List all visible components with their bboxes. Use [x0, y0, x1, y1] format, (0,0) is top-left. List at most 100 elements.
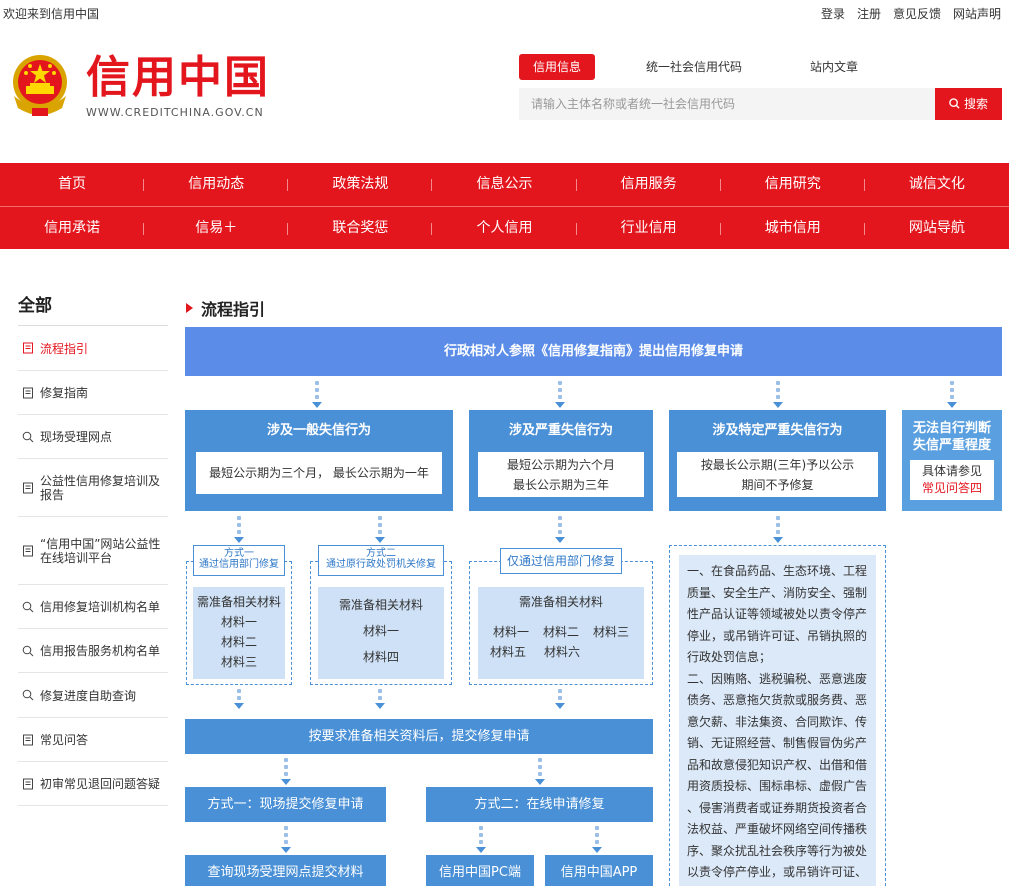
serious-desc-line2: 最长公示期为三年	[512, 477, 609, 492]
arrow-down-icon	[535, 758, 545, 785]
method-two-tag: 方式二 通过原行政处罚机关修复	[318, 545, 444, 576]
tab-credit-info[interactable]: 信用信息	[519, 54, 596, 80]
material-item: 材料四	[362, 650, 399, 664]
nav-item-site-nav[interactable]: 网站导航	[865, 207, 1009, 249]
materials-head: 需准备相关材料	[196, 595, 281, 609]
specific-serious-title: 涉及特定严重失信行为	[712, 423, 843, 438]
method-one-tag-line1: 方式一	[224, 548, 254, 559]
arrow-down-icon	[234, 689, 244, 709]
nav-item-credit-news[interactable]: 信用动态	[144, 163, 289, 206]
material-item: 材料三	[592, 625, 629, 639]
top-bar: 欢迎来到信用中国 登录 注册 意见反馈 网站声明	[0, 0, 1009, 26]
document-icon	[23, 778, 33, 789]
search-button[interactable]: 搜索	[935, 88, 1002, 120]
onsite-points-step[interactable]: 查询现场受理网点提交材料	[185, 855, 386, 886]
list-line: 用资质投标、围标串标、虚假广告	[687, 779, 868, 793]
nav-item-city-credit[interactable]: 城市信用	[721, 207, 865, 249]
materials-head: 需准备相关材料	[518, 595, 603, 609]
top-links: 登录 注册 意见反馈 网站声明	[821, 5, 1001, 22]
arrow-down-icon	[555, 689, 565, 709]
sidebar-item-process-guide[interactable]: 流程指引	[18, 326, 168, 371]
sidebar-item-label: “信用中国”网站公益性在线培训平台	[40, 536, 161, 565]
flow-top-step: 行政相对人参照《信用修复指南》提出信用修复申请	[185, 327, 1002, 376]
way-two-step: 方式二：在线申请修复	[426, 787, 653, 822]
arrow-down-icon	[375, 689, 385, 709]
nav-row-2: 信用承诺 信易＋ 联合奖惩 个人信用 行业信用 城市信用 网站导航	[0, 206, 1009, 249]
arrow-down-icon	[476, 826, 486, 853]
list-line: 销、无证照经营、制售假冒伪劣产	[687, 736, 868, 750]
submit-step: 按要求准备相关资料后，提交修复申请	[185, 719, 653, 754]
nav-item-xinyi[interactable]: 信易＋	[144, 207, 289, 249]
uncertain-title-line2: 失信严重程度	[912, 438, 991, 453]
faq-four-link[interactable]: 常见问答四	[922, 480, 982, 497]
app-channel-step[interactable]: 信用中国APP	[545, 855, 653, 886]
sidebar-item-training-report[interactable]: 公益性信用修复培训及报告	[18, 459, 168, 517]
register-link[interactable]: 注册	[857, 5, 881, 22]
feedback-link[interactable]: 意见反馈	[893, 5, 941, 22]
sidebar-item-label: 修复进度自助查询	[40, 688, 137, 703]
sidebar-title: 全部	[18, 288, 168, 326]
material-item: 材料二	[542, 625, 579, 639]
sidebar: 全部 流程指引 修复指南 现场受理网点 公益性信用修复培训及报告 “信用中国”网…	[18, 288, 168, 806]
method-one-tag-line2: 通过信用部门修复	[199, 559, 279, 570]
tab-site-articles[interactable]: 站内文章	[796, 54, 872, 80]
sidebar-item-label: 常见问答	[40, 733, 89, 747]
nav-item-disclosure[interactable]: 信息公示	[432, 163, 577, 206]
arrow-down-icon	[555, 516, 565, 543]
credit-dept-only-tag: 仅通过信用部门修复	[500, 548, 622, 574]
tab-credit-code[interactable]: 统一社会信用代码	[632, 54, 756, 80]
sidebar-item-report-orgs[interactable]: 信用报告服务机构名单	[18, 629, 168, 673]
page-title-text: 流程指引	[201, 300, 266, 319]
arrow-down-icon	[281, 758, 291, 785]
list-line: 一、在食品药品、生态环境、工程	[687, 564, 868, 578]
nav-item-integrity-culture[interactable]: 诚信文化	[865, 163, 1009, 206]
search-button-label: 搜索	[963, 97, 988, 111]
document-icon	[23, 482, 33, 493]
arrow-down-icon	[773, 516, 783, 543]
nav-item-personal-credit[interactable]: 个人信用	[432, 207, 577, 249]
pc-channel-step[interactable]: 信用中国PC端	[426, 855, 534, 886]
nav-item-credit-commitment[interactable]: 信用承诺	[0, 207, 145, 249]
triangle-icon	[186, 303, 193, 313]
nav-item-industry-credit[interactable]: 行业信用	[577, 207, 721, 249]
nav-item-joint-reward[interactable]: 联合奖惩	[288, 207, 433, 249]
list-line: 品和故意侵犯知识产权、出借和借	[687, 757, 868, 772]
sidebar-item-repair-guide[interactable]: 修复指南	[18, 371, 168, 415]
materials-head: 需准备相关材料	[338, 598, 423, 612]
search-input[interactable]: 请输入主体名称或者统一社会信用代码	[519, 88, 935, 120]
sidebar-item-label: 初审常见退回问题答疑	[40, 777, 161, 791]
sidebar-item-progress-query[interactable]: 修复进度自助查询	[18, 673, 168, 718]
document-icon	[23, 734, 33, 745]
way-one-step: 方式一：现场提交修复申请	[185, 787, 386, 822]
nav-item-credit-service[interactable]: 信用服务	[577, 163, 721, 206]
sidebar-item-online-training[interactable]: “信用中国”网站公益性在线培训平台	[18, 517, 168, 585]
arrow-down-icon	[375, 516, 385, 543]
arrow-down-icon	[281, 826, 291, 853]
welcome-text: 欢迎来到信用中国	[3, 7, 100, 21]
document-icon	[23, 545, 33, 556]
arrow-down-icon	[312, 381, 322, 408]
statement-link[interactable]: 网站声明	[953, 5, 1001, 22]
national-emblem-icon[interactable]	[8, 52, 72, 120]
login-link[interactable]: 登录	[821, 5, 845, 22]
sidebar-item-label: 现场受理网点	[40, 430, 113, 444]
credit-dept-only-materials: 需准备相关材料 材料一 材料二 材料三 材料五 材料六	[478, 587, 644, 679]
specific-serious-desc: 按最长公示期(三年)予以公示 期间不予修复	[677, 452, 878, 497]
sidebar-item-return-qa[interactable]: 初审常见退回问题答疑	[18, 762, 168, 806]
general-dishonesty-desc: 最短公示期为三个月， 最长公示期为一年	[196, 452, 442, 494]
search-icon	[949, 98, 960, 109]
nav-item-credit-research[interactable]: 信用研究	[721, 163, 865, 206]
arrow-down-icon	[773, 381, 783, 408]
sidebar-item-faq[interactable]: 常见问答	[18, 718, 168, 762]
list-line: 行政处罚信息；	[687, 650, 772, 664]
materials-row: 材料五 材料六	[478, 642, 644, 662]
search-icon	[22, 645, 34, 656]
sidebar-item-training-orgs[interactable]: 信用修复培训机构名单	[18, 585, 168, 629]
nav-item-policy[interactable]: 政策法规	[288, 163, 433, 206]
list-line: 二、因贿赂、逃税骗税、恶意逃废	[687, 671, 868, 686]
sidebar-item-onsite-points[interactable]: 现场受理网点	[18, 415, 168, 459]
nav-item-home[interactable]: 首页	[0, 163, 145, 206]
materials-row: 材料一 材料二 材料三	[478, 622, 644, 642]
list-line: 债务、恶意拖欠货款或服务费、恶	[687, 693, 868, 707]
method-two-tag-line2: 通过原行政处罚机关修复	[326, 559, 436, 570]
